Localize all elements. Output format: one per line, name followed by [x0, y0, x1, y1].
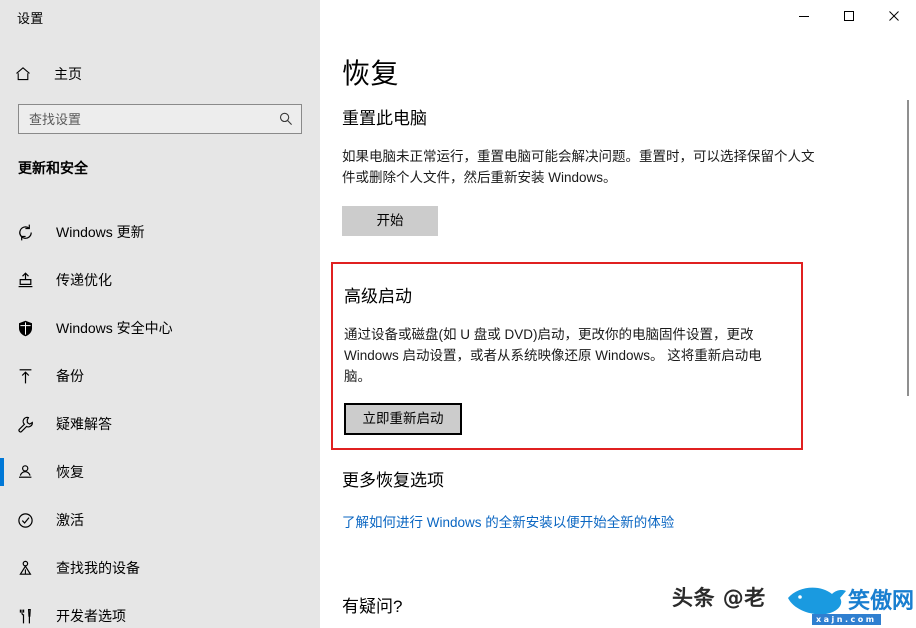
delivery-optimization-icon — [12, 271, 56, 290]
selection-accent — [0, 410, 4, 438]
maximize-icon — [843, 10, 855, 22]
sidebar-item-label: 查找我的设备 — [56, 560, 140, 576]
minimize-button[interactable] — [781, 0, 826, 32]
advanced-startup-section: 高级启动 通过设备或磁盘(如 U 盘或 DVD)启动，更改你的电脑固件设置，更改… — [344, 282, 784, 435]
sidebar-item-label: 传递优化 — [56, 272, 112, 288]
find-my-device-icon — [12, 559, 56, 578]
advanced-startup-highlight-box: 高级启动 通过设备或磁盘(如 U 盘或 DVD)启动，更改你的电脑固件设置，更改… — [331, 262, 803, 450]
title-bar[interactable] — [0, 0, 916, 32]
sidebar: 设置 主页 更新和安全 — [0, 0, 320, 628]
refresh-icon — [12, 223, 56, 242]
restart-now-button[interactable]: 立即重新启动 — [344, 403, 462, 435]
close-icon — [888, 10, 900, 22]
sidebar-item-delivery-optimization[interactable]: 传递优化 — [0, 256, 320, 304]
window-controls — [781, 0, 916, 32]
reset-pc-section: 重置此电脑 如果电脑未正常运行，重置电脑可能会解决问题。重置时，可以选择保留个人… — [342, 104, 822, 236]
headline-watermark: 头条 @老 — [672, 586, 766, 610]
backup-upload-icon — [12, 367, 56, 386]
reset-start-button[interactable]: 开始 — [342, 206, 438, 236]
vertical-scrollbar[interactable] — [900, 32, 916, 628]
fresh-start-link[interactable]: 了解如何进行 Windows 的全新安装以便开始全新的体验 — [342, 515, 674, 530]
sidebar-item-label: 激活 — [56, 512, 84, 528]
sidebar-item-label: Windows 安全中心 — [56, 320, 173, 336]
selection-accent — [0, 314, 4, 342]
minimize-icon — [798, 10, 810, 22]
reset-pc-heading: 重置此电脑 — [342, 109, 427, 128]
home-icon — [14, 65, 50, 83]
sidebar-item-label: 开发者选项 — [56, 608, 126, 624]
check-circle-icon — [12, 511, 56, 530]
reset-pc-description: 如果电脑未正常运行，重置电脑可能会解决问题。重置时，可以选择保留个人文件或删除个… — [342, 149, 815, 185]
sidebar-item-label: 疑难解答 — [56, 416, 112, 432]
advanced-startup-description: 通过设备或磁盘(如 U 盘或 DVD)启动，更改你的电脑固件设置，更改 Wind… — [344, 327, 762, 384]
search-input[interactable] — [19, 105, 271, 133]
close-button[interactable] — [871, 0, 916, 32]
selection-accent — [0, 266, 4, 294]
sidebar-item-find-my-device[interactable]: 查找我的设备 — [0, 544, 320, 592]
selection-accent — [0, 458, 4, 486]
sidebar-item-windows-update[interactable]: Windows 更新 — [0, 208, 320, 256]
selection-accent — [0, 554, 4, 582]
wrench-icon — [12, 415, 56, 434]
sidebar-item-home[interactable]: 主页 — [0, 58, 320, 90]
sidebar-category-label: 更新和安全 — [18, 160, 88, 176]
selection-accent — [0, 362, 4, 390]
recovery-icon — [12, 463, 56, 482]
sidebar-nav: Windows 更新 传递优化 Windows 安全中心 备份 疑难解答 恢复 … — [0, 208, 320, 628]
sidebar-item-backup[interactable]: 备份 — [0, 352, 320, 400]
sidebar-item-developer-options[interactable]: 开发者选项 — [0, 592, 320, 628]
page-title: 恢复 — [342, 58, 400, 89]
selection-accent — [0, 506, 4, 534]
sidebar-item-recovery[interactable]: 恢复 — [0, 448, 320, 496]
search-icon[interactable] — [271, 111, 301, 127]
sidebar-item-windows-security[interactable]: Windows 安全中心 — [0, 304, 320, 352]
questions-heading: 有疑问? — [342, 597, 403, 616]
more-recovery-options-heading: 更多恢复选项 — [342, 471, 444, 490]
settings-window: 设置 主页 更新和安全 — [0, 0, 916, 628]
search-box[interactable] — [18, 104, 302, 134]
selection-accent — [0, 602, 4, 628]
sidebar-item-activation[interactable]: 激活 — [0, 496, 320, 544]
sidebar-home-label: 主页 — [54, 66, 82, 82]
developer-tools-icon — [12, 607, 56, 626]
questions-section: 有疑问? — [342, 592, 402, 617]
sidebar-item-label: 备份 — [56, 368, 84, 384]
selection-accent — [0, 218, 4, 246]
sidebar-item-label: Windows 更新 — [56, 224, 145, 240]
watermark-domain: xajn.com — [812, 614, 881, 625]
advanced-startup-heading: 高级启动 — [344, 287, 412, 306]
more-recovery-options-section: 更多恢复选项 了解如何进行 Windows 的全新安装以便开始全新的体验 — [342, 466, 822, 532]
sidebar-item-label: 恢复 — [56, 464, 84, 480]
main-content: 恢复 重置此电脑 如果电脑未正常运行，重置电脑可能会解决问题。重置时，可以选择保… — [320, 0, 916, 628]
scrollbar-thumb[interactable] — [907, 100, 909, 396]
sidebar-item-troubleshoot[interactable]: 疑难解答 — [0, 400, 320, 448]
shield-icon — [12, 319, 56, 338]
maximize-button[interactable] — [826, 0, 871, 32]
